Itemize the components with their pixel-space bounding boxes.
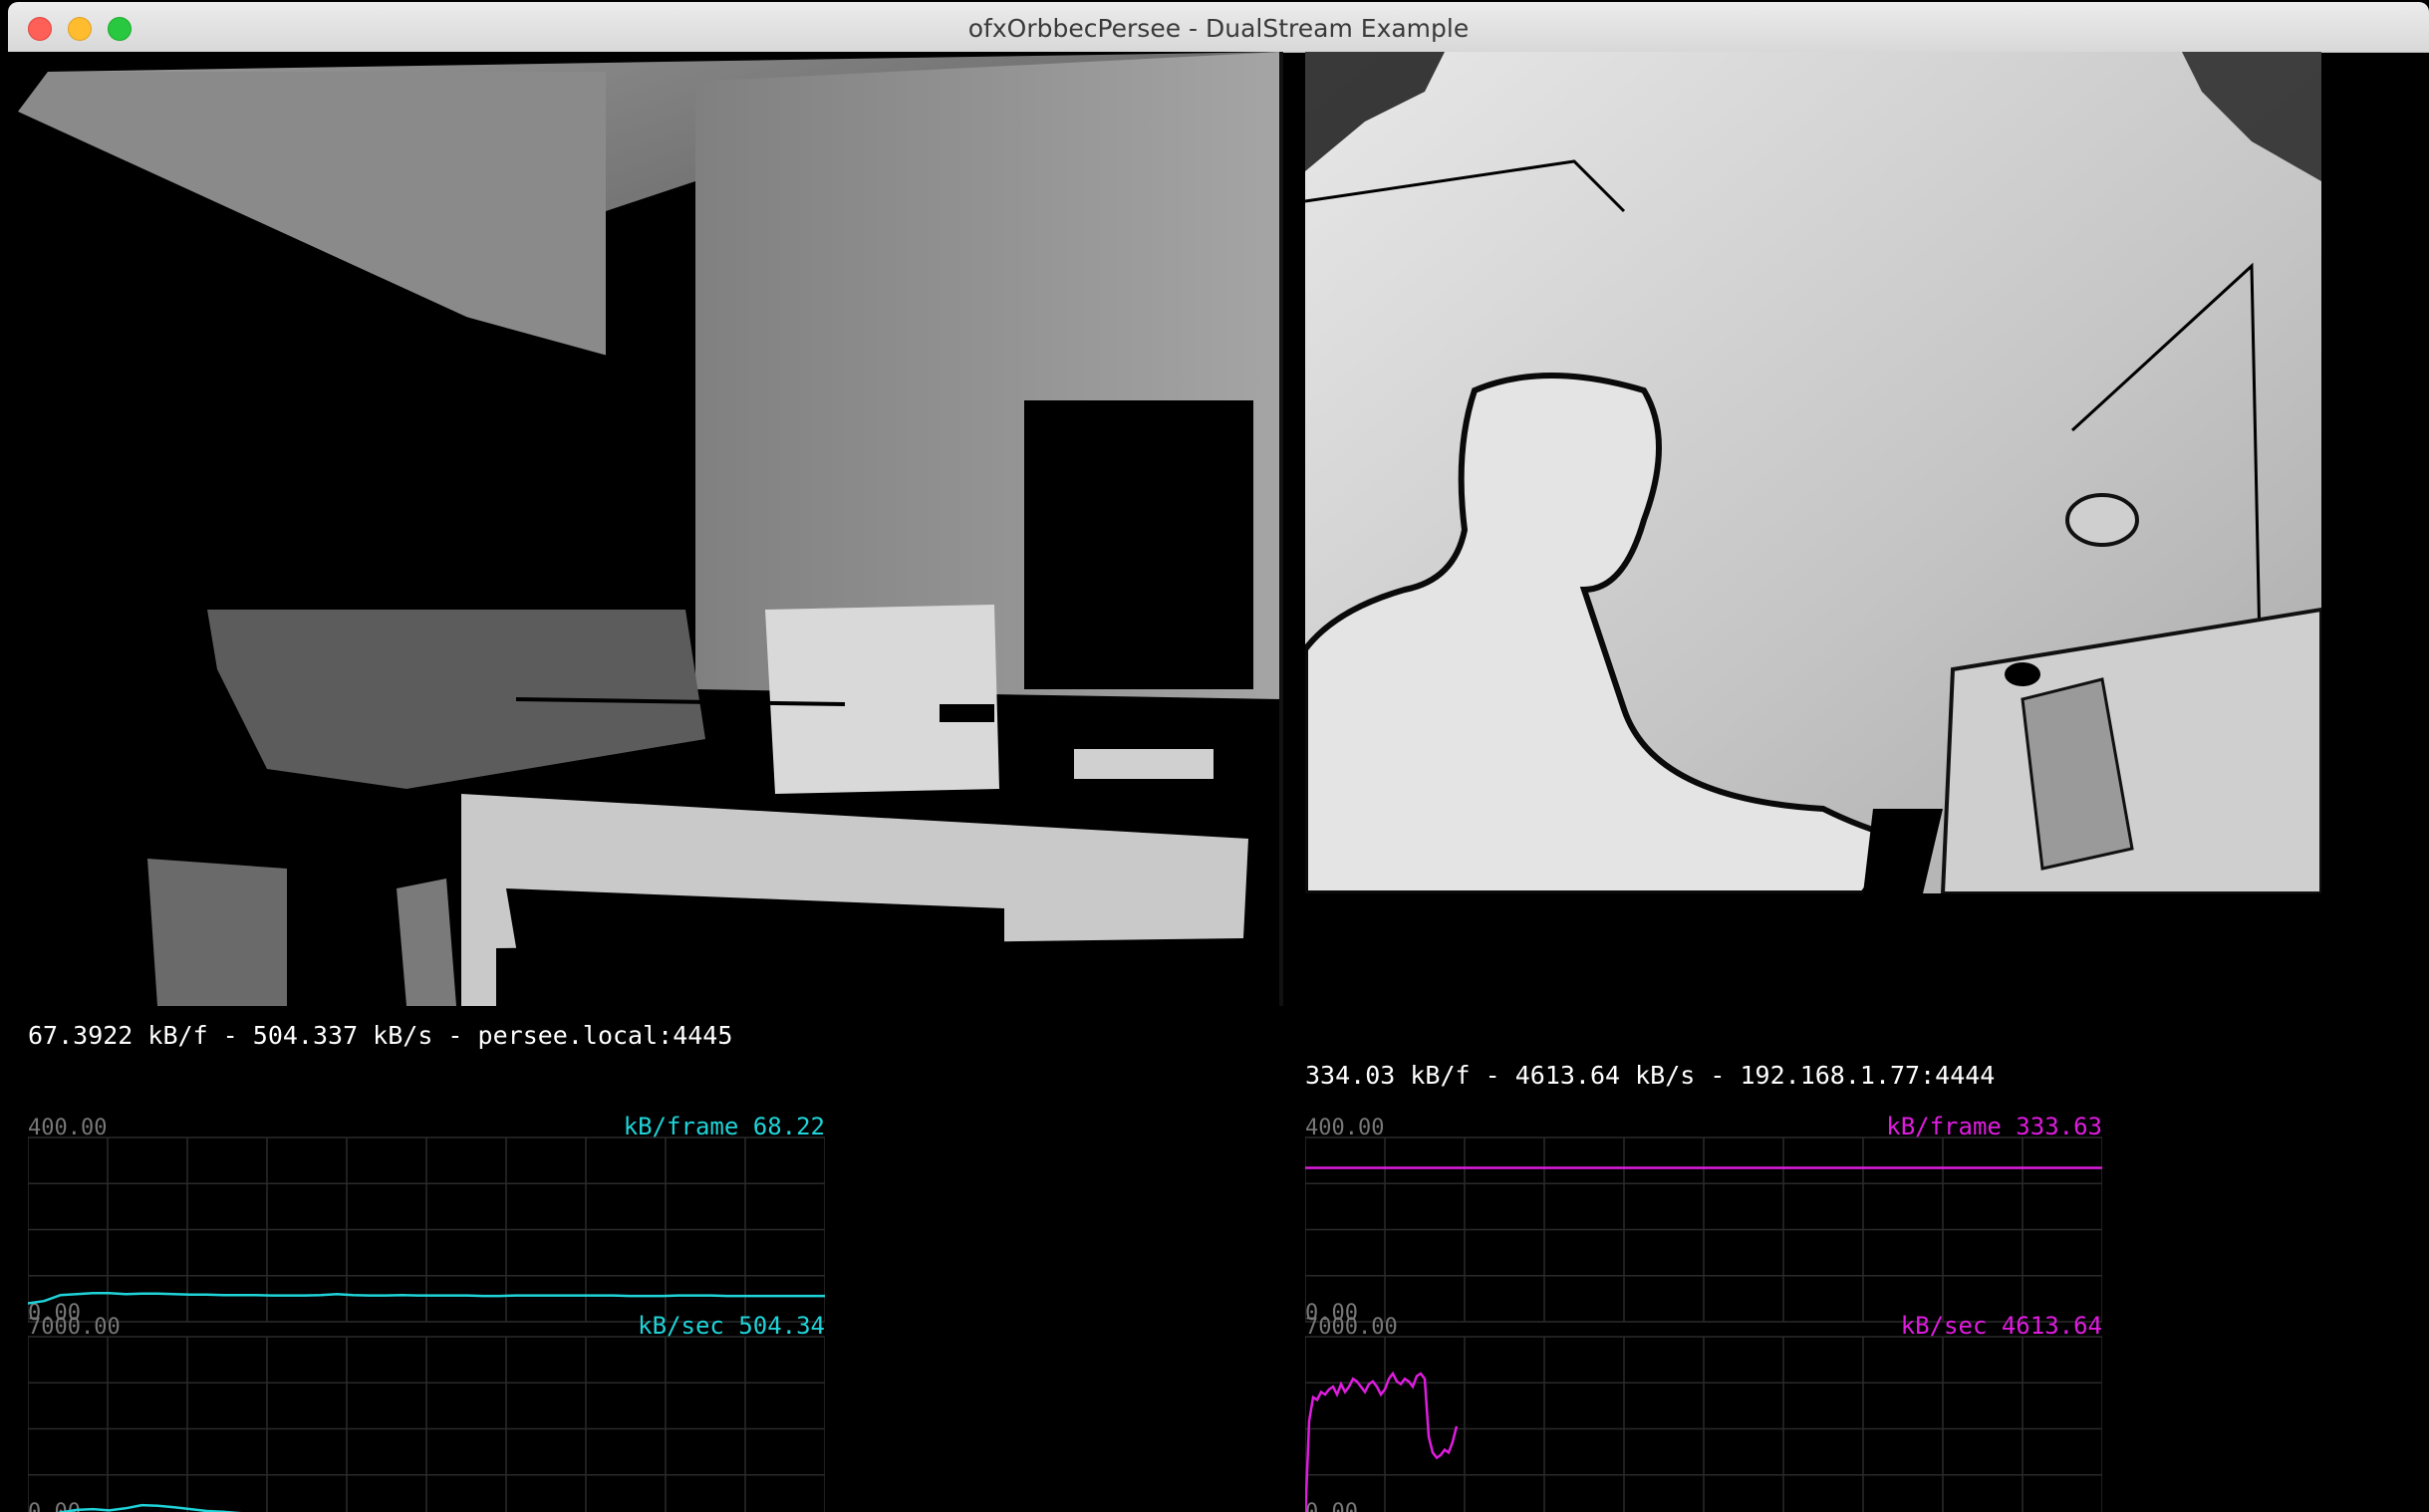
graph-value-label: kB/frame 68.22: [624, 1116, 825, 1140]
graph-series-line: [1305, 1371, 1459, 1512]
depth-image-left: [8, 52, 1283, 1006]
graph-left-0: 400.000.00kB/frame 68.22: [28, 1116, 825, 1326]
graph-max-label: 400.00: [28, 1116, 107, 1140]
window-title: ofxOrbbecPersee - DualStream Example: [967, 14, 1470, 43]
graph-value-label: kB/sec 504.34: [638, 1312, 825, 1340]
graph-right-1: 7000.00 0.00 kB/sec 4613.64: [1305, 1312, 2102, 1512]
graph-value-label: kB/sec 4613.64: [1901, 1312, 2102, 1340]
depth-image-right: [1302, 52, 2323, 896]
graph-max-label: 7000.00: [28, 1315, 121, 1340]
graph-max-label: 400.00: [1305, 1116, 1384, 1140]
right-stream-graphs: 400.000.00kB/frame 333.637000.00 0.00 kB/s…: [1305, 1116, 2102, 1512]
graph-max-label: 7000.00: [1305, 1315, 1398, 1340]
window-title-bar[interactable]: ofxOrbbecPersee - DualStream Example: [8, 2, 2429, 53]
left-stream-graphs: 400.000.00kB/frame 68.227000.000.00kB/se…: [28, 1116, 825, 1512]
graph-right-0: 400.000.00kB/frame 333.63: [1305, 1116, 2102, 1326]
right-stream-info: 334.03 kB/f - 4613.64 kB/s - 192.168.1.7…: [1305, 1061, 1996, 1090]
left-stream-info: 67.3922 kB/f - 504.337 kB/s - persee.loc…: [28, 1021, 733, 1050]
graph-left-1: 7000.000.00kB/sec 504.34: [28, 1312, 825, 1512]
graph-value-label: kB/frame 333.63: [1886, 1116, 2102, 1140]
graph-min-label: 0.00: [1305, 1500, 1358, 1512]
